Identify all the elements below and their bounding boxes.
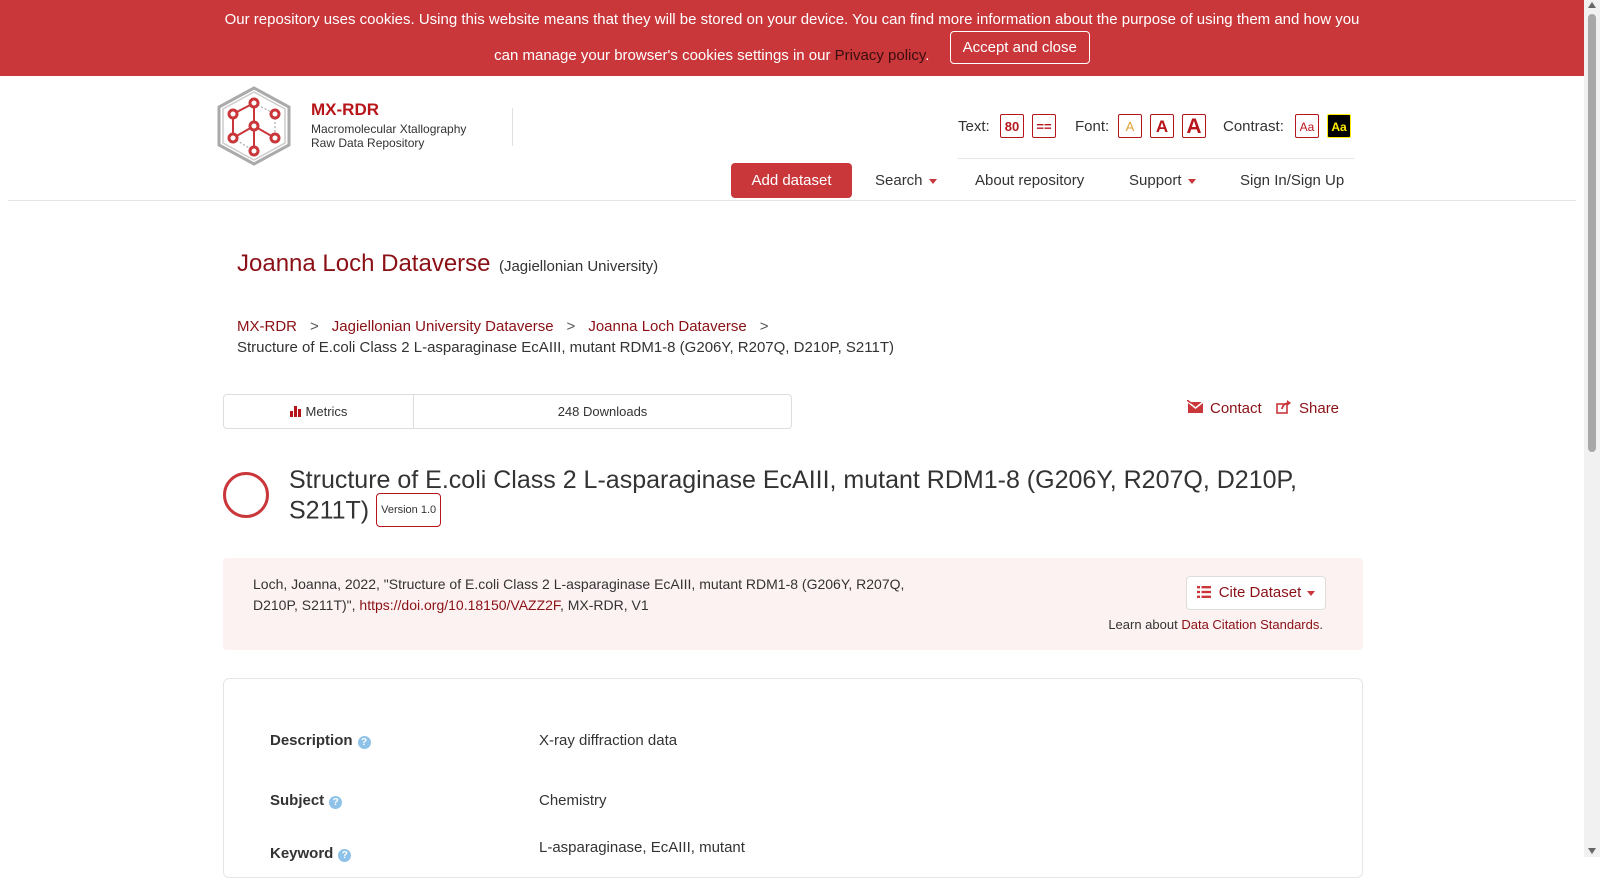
cite-dataset-button[interactable]: Cite Dataset [1186, 576, 1326, 610]
brand-subtitle-2: Raw Data Repository [311, 136, 425, 150]
add-dataset-button[interactable]: Add dataset [731, 163, 852, 198]
accessibility-divider [958, 158, 1354, 159]
metadata-value-description: X-ray diffraction data [539, 732, 678, 749]
metadata-value-keyword: L-asparaginase, EcAIII, mutant [539, 839, 745, 856]
downloads-count: 248 Downloads [557, 404, 648, 419]
chevron-down-icon [1307, 590, 1316, 596]
metrics-label: Metrics [305, 404, 348, 419]
breadcrumb-jagiellonian[interactable]: Jagiellonian University Dataverse [332, 318, 554, 335]
font-size-label: Font: [1075, 118, 1110, 135]
dataverse-name[interactable]: Joanna Loch Dataverse [237, 250, 491, 277]
text-spacing-button[interactable]: == [1032, 114, 1056, 138]
nav-sign-in[interactable]: Sign In/Sign Up [1240, 172, 1344, 189]
privacy-policy-link[interactable]: Privacy policy [835, 47, 926, 64]
contact-label: Contact [1210, 400, 1262, 417]
metadata-key: Keyword [270, 845, 334, 862]
nav-support-dropdown[interactable]: Support [1129, 172, 1196, 189]
version-badge: Version 1.0 [376, 493, 442, 527]
nav-search-dropdown[interactable]: Search [875, 172, 937, 189]
cookie-text-line2: can manage your browser's cookies settin… [0, 31, 1584, 72]
brand-name[interactable]: MX-RDR [311, 100, 466, 120]
brand[interactable]: MX-RDR Macromolecular Xtallography Raw D… [311, 100, 466, 150]
contrast-default-button[interactable]: Aa [1295, 114, 1319, 138]
text-size-label: Text: [958, 118, 990, 135]
data-citation-standards-link[interactable]: Data Citation Standards [1181, 617, 1319, 632]
dataverse-header: Joanna Loch Dataverse (Jagiellonian Univ… [237, 250, 658, 278]
citation-learn-more: Learn about Data Citation Standards. [1108, 617, 1323, 632]
metrics-bar: Metrics 248 Downloads [223, 394, 792, 429]
font-large-button[interactable]: A [1182, 114, 1206, 138]
breadcrumb: MX-RDR > Jagiellonian University Dataverse… [237, 318, 782, 335]
cookie-text-line1: Our repository uses cookies. Using this … [224, 11, 1360, 28]
page-scrollbar[interactable] [1584, 0, 1600, 857]
font-default-button[interactable]: A [1118, 114, 1142, 138]
metadata-row-keyword: Keyword? [270, 845, 352, 862]
dataset-title: Structure of E.coli Class 2 L-asparagina… [289, 465, 1349, 529]
dataverse-affiliation: (Jagiellonian University) [498, 258, 659, 275]
nav-about-repository[interactable]: About repository [975, 172, 1084, 189]
accept-cookies-button[interactable]: Accept and close [949, 31, 1090, 64]
contact-button[interactable]: Contact [1186, 399, 1262, 417]
scroll-up-icon[interactable] [1588, 2, 1596, 8]
nav-support-label: Support [1129, 172, 1182, 189]
font-medium-button[interactable]: A [1150, 114, 1174, 138]
breadcrumb-separator: > [310, 318, 319, 335]
brand-subtitle-1: Macromolecular Xtallography [311, 122, 467, 136]
mx-rdr-logo-icon[interactable] [216, 86, 292, 166]
scrollbar-thumb[interactable] [1588, 14, 1596, 452]
breadcrumb-current: Structure of E.coli Class 2 L-asparagina… [237, 339, 894, 356]
breadcrumb-separator: > [566, 318, 576, 335]
envelope-icon [1186, 399, 1204, 413]
cookie-banner: Our repository uses cookies. Using this … [0, 0, 1584, 76]
font-small-glyph: A [1125, 119, 1135, 134]
metadata-row-subject: Subject? [270, 792, 343, 809]
breadcrumb-mx-rdr[interactable]: MX-RDR [237, 318, 297, 335]
metadata-key: Subject [270, 792, 325, 809]
scroll-down-icon[interactable] [1588, 848, 1596, 854]
metadata-key: Description [270, 732, 353, 749]
doi-link[interactable]: https://doi.org/10.18150/VAZZ2F [359, 597, 560, 613]
metadata-value-subject: Chemistry [539, 792, 607, 809]
citation-text: Loch, Joanna, 2022, "Structure of E.coli… [253, 574, 953, 616]
help-icon[interactable]: ? [329, 796, 343, 809]
chevron-down-icon [928, 178, 937, 184]
chevron-down-icon [1187, 178, 1196, 184]
help-icon[interactable]: ? [338, 849, 352, 862]
cookie-period: . [925, 47, 930, 64]
contrast-high-button[interactable]: Aa [1327, 114, 1351, 138]
metadata-panel: Description? X-ray diffraction data Subj… [223, 678, 1363, 878]
breadcrumb-separator: > [759, 318, 769, 335]
brand-divider [512, 108, 513, 146]
dataset-icon [223, 472, 269, 518]
breadcrumb-joanna-loch[interactable]: Joanna Loch Dataverse [588, 318, 746, 335]
share-button[interactable]: Share [1276, 400, 1339, 417]
bar-chart-icon [289, 406, 301, 417]
share-label: Share [1299, 400, 1340, 417]
cookie-text: can manage your browser's cookies settin… [494, 47, 831, 64]
help-icon[interactable]: ? [357, 736, 371, 749]
list-icon [1196, 586, 1211, 598]
text-width-80-button[interactable]: 80 [1000, 114, 1024, 138]
citation-box: Loch, Joanna, 2022, "Structure of E.coli… [223, 558, 1363, 650]
metadata-row-description: Description? [270, 732, 371, 749]
learn-prefix: Learn about [1108, 617, 1178, 632]
header-divider [8, 200, 1576, 201]
metrics-button[interactable]: Metrics [224, 395, 414, 428]
cite-dataset-label: Cite Dataset [1218, 584, 1302, 601]
contrast-label: Contrast: [1223, 118, 1284, 135]
share-icon [1276, 400, 1291, 414]
citation-suffix: , MX-RDR, V1 [559, 597, 649, 613]
learn-period: . [1319, 617, 1323, 632]
nav-search-label: Search [875, 172, 923, 189]
